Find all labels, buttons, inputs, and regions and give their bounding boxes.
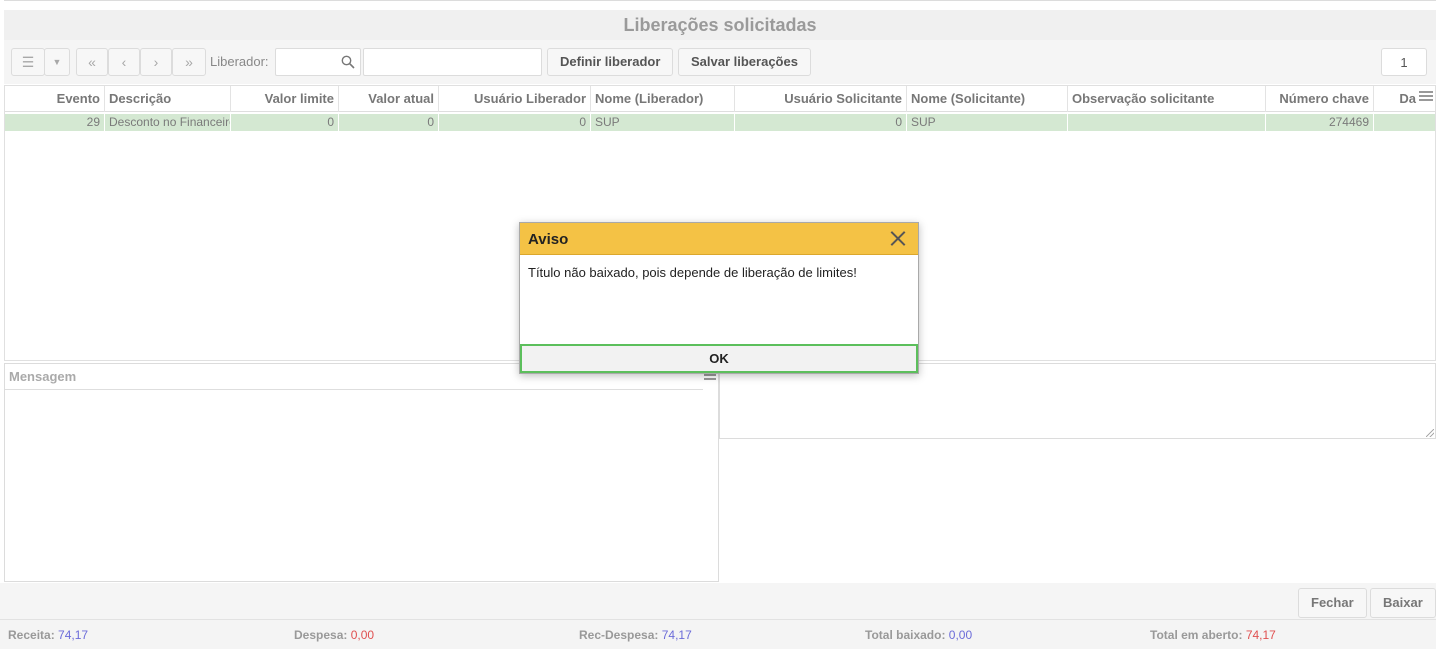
column-header-valor-atual[interactable]: Valor atual (339, 86, 439, 112)
resize-grip-icon[interactable] (1426, 429, 1434, 437)
grid-header: Evento Descrição Valor limite Valor atua… (5, 86, 1435, 112)
status-despesa: Despesa: 0,00 (294, 628, 375, 642)
status-total-baixado: Total baixado: 0,00 (865, 628, 973, 642)
page-title: Liberações solicitadas (4, 10, 1436, 40)
column-header-usuario-solicitante[interactable]: Usuário Solicitante (735, 86, 907, 112)
column-header-numero-chave[interactable]: Número chave (1266, 86, 1374, 112)
column-header-valor-limite[interactable]: Valor limite (231, 86, 339, 112)
dialog-header: Aviso (520, 223, 918, 255)
caret-down-icon: ▼ (52, 57, 62, 67)
cell-usuario-liberador: 0 (439, 114, 590, 131)
message-menu-icon[interactable] (704, 374, 716, 382)
prev-page-button[interactable]: ‹ (108, 48, 140, 76)
view-dropdown-button[interactable]: ▼ (44, 48, 70, 76)
column-header-observacao[interactable]: Observação solicitante (1068, 86, 1266, 112)
column-header-nome-liberador[interactable]: Nome (Liberador) (591, 86, 735, 112)
liberador-name-input[interactable] (363, 48, 542, 76)
fechar-button[interactable]: Fechar (1298, 588, 1367, 618)
cell-data (1374, 114, 1435, 131)
baixar-button[interactable]: Baixar (1370, 588, 1436, 618)
search-icon[interactable] (341, 55, 355, 69)
status-total-aberto: Total em aberto: 74,17 (1150, 628, 1276, 642)
dialog-title: Aviso (528, 231, 569, 248)
rec-despesa-value: 74,17 (661, 628, 692, 642)
first-page-button[interactable]: « (76, 48, 108, 76)
column-header-evento[interactable]: Evento (5, 86, 105, 112)
next-page-button[interactable]: › (140, 48, 172, 76)
dialog-message: Título não baixado, pois depende de libe… (528, 265, 857, 280)
column-header-nome-solicitante[interactable]: Nome (Solicitante) (907, 86, 1068, 112)
list-view-button[interactable]: ☰ (11, 48, 45, 76)
status-bar: Receita: 74,17 Despesa: 0,00 Rec-Despesa… (0, 619, 1436, 649)
receita-value: 74,17 (58, 628, 89, 642)
cell-nome-solicitante: SUP (907, 114, 1067, 131)
chevron-right-icon: › (153, 54, 159, 70)
salvar-liberacoes-button[interactable]: Salvar liberações (678, 48, 811, 76)
top-divider (4, 0, 1436, 2)
status-receita: Receita: 74,17 (8, 628, 89, 642)
cell-nome-liberador: SUP (591, 114, 734, 131)
status-rec-despesa: Rec-Despesa: 74,17 (579, 628, 692, 642)
double-chevron-left-icon: « (88, 54, 96, 70)
toolbar: ☰ ▼ « ‹ › » Liberador: Definir liberador… (4, 40, 1436, 84)
page-number-field[interactable]: 1 (1381, 48, 1427, 76)
cell-observacao (1068, 114, 1265, 131)
message-panel: Mensagem (4, 363, 719, 582)
column-header-usuario-liberador[interactable]: Usuário Liberador (439, 86, 591, 112)
column-header-descricao[interactable]: Descrição (105, 86, 231, 112)
column-header-data[interactable]: Da (1374, 86, 1420, 112)
column-menu-icon[interactable] (1419, 91, 1433, 105)
cell-valor-atual: 0 (339, 114, 438, 131)
footer-actions: Fechar Baixar (0, 583, 1436, 619)
ok-button[interactable]: OK (520, 344, 918, 373)
table-row[interactable]: 29 Desconto no Financeiro 0 0 0 SUP 0 SU… (5, 113, 1435, 132)
cell-valor-limite: 0 (231, 114, 338, 131)
cell-numero-chave: 274469 (1266, 114, 1373, 131)
app-window: Liberações solicitadas ☰ ▼ « ‹ › » Liber… (0, 0, 1436, 649)
last-page-button[interactable]: » (172, 48, 206, 76)
alert-dialog: Aviso Título não baixado, pois depende d… (519, 222, 919, 374)
cell-usuario-solicitante: 0 (735, 114, 906, 131)
total-baixado-value: 0,00 (948, 628, 973, 642)
total-aberto-value: 74,17 (1245, 628, 1276, 642)
observation-textarea[interactable] (719, 363, 1436, 439)
chevron-left-icon: ‹ (121, 54, 127, 70)
double-chevron-right-icon: » (185, 54, 193, 70)
cell-descricao: Desconto no Financeiro (105, 114, 230, 131)
despesa-value: 0,00 (350, 628, 375, 642)
liberador-label: Liberador: (210, 54, 269, 69)
close-icon[interactable] (890, 230, 906, 246)
definir-liberador-button[interactable]: Definir liberador (547, 48, 674, 76)
liberador-code-input[interactable] (275, 48, 361, 76)
cell-evento: 29 (5, 114, 104, 131)
list-icon: ☰ (21, 54, 35, 70)
